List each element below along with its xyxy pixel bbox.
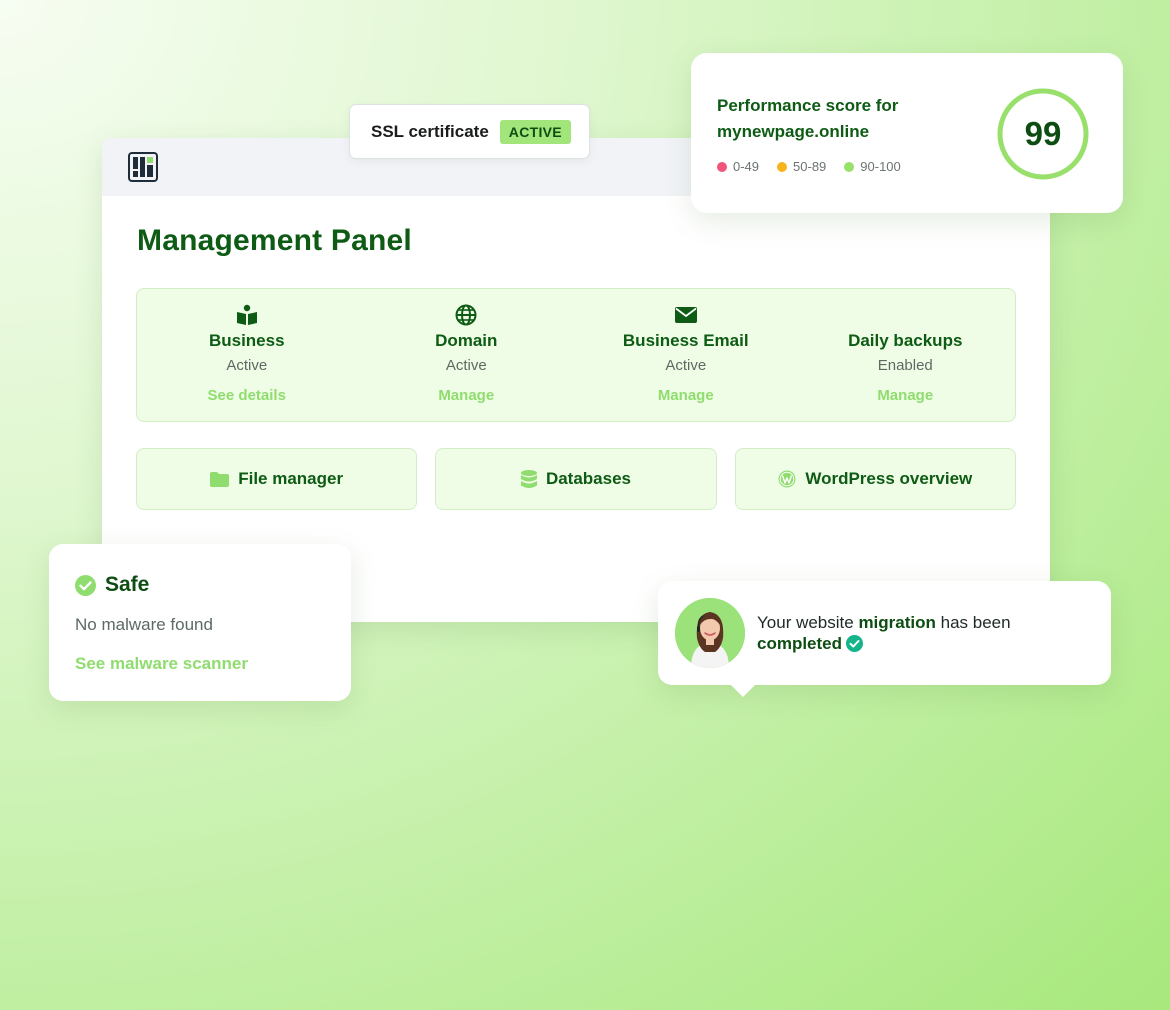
wordpress-overview-button[interactable]: WordPress overview [734,448,1016,510]
service-status: Enabled [877,357,933,374]
manage-backups-link[interactable]: Manage [796,387,1016,404]
file-manager-button[interactable]: File manager [136,448,418,510]
speech-bubble-tail [730,684,756,697]
legend-label: 0-49 [733,159,760,174]
logo-icon [128,152,158,182]
databases-button[interactable]: Databases [435,448,717,510]
message-bold-migration: migration [858,613,936,632]
service-business: Business Active See details [137,289,357,421]
tools-row: File manager Databases WordPress overvie… [136,448,1016,510]
safe-title: Safe [105,573,150,596]
globe-icon [455,304,477,326]
book-user-icon [236,304,257,325]
legend-label: 90-100 [860,159,901,174]
verified-check-icon [846,635,864,652]
manage-domain-link[interactable]: Manage [357,387,577,404]
message-prefix: Your website [757,613,859,632]
service-daily-backups: Daily backups Enabled Manage [796,289,1016,421]
service-status: Active [226,357,268,374]
legend-label: 50-89 [793,159,827,174]
check-circle-icon [75,574,96,596]
envelope-icon [674,307,697,323]
performance-domain: mynewpage.online [717,122,870,141]
ssl-certificate-tag: SSL certificate ACTIVE [349,104,590,159]
support-agent-avatar [675,598,745,668]
message-middle: has been [935,613,1011,632]
service-name: Daily backups [848,331,963,350]
legend-item: 50-89 [777,159,826,174]
tool-label: Databases [545,469,632,488]
legend-dot [844,161,855,172]
manage-email-link[interactable]: Manage [576,387,796,404]
service-business-email: Business Email Active Manage [576,289,796,421]
malware-status-card: Safe No malware found See malware scanne… [49,544,351,701]
performance-title-line1: Performance score for [717,96,899,115]
migration-notification: Your website migration has been completed [658,581,1111,697]
score-value: 99 [1024,115,1062,152]
performance-card: Performance score for mynewpage.online 0… [691,53,1123,213]
services-box: Business Active See details Domain Activ… [136,288,1016,422]
safe-header: Safe [75,573,149,597]
database-icon [520,469,537,488]
avatar [675,598,745,668]
performance-title: Performance score for mynewpage.online [717,93,947,145]
service-name: Business [208,331,285,350]
wordpress-icon [778,470,796,488]
status-badge: ACTIVE [499,119,571,144]
ssl-label: SSL certificate [371,121,489,141]
message-bold-completed: completed [757,634,843,653]
page-title: Management Panel [137,224,412,257]
service-status: Active [445,357,487,374]
migration-message: Your website migration has been completed [757,612,1077,654]
service-domain: Domain Active Manage [357,289,577,421]
tool-label: WordPress overview [805,469,973,488]
legend-item: 0-49 [717,159,759,174]
legend-item: 90-100 [844,159,901,174]
score-legend: 0-49 50-89 90-100 [717,159,901,174]
folder-icon [210,471,230,487]
malware-status-text: No malware found [75,615,213,634]
service-status: Active [665,357,707,374]
malware-scanner-link[interactable]: See malware scanner [75,654,248,674]
tool-label: File manager [238,469,344,488]
see-details-link[interactable]: See details [137,387,357,404]
legend-dot [717,161,727,172]
service-name: Business Email [622,331,749,350]
legend-dot [777,161,788,172]
service-name: Domain [435,331,498,350]
